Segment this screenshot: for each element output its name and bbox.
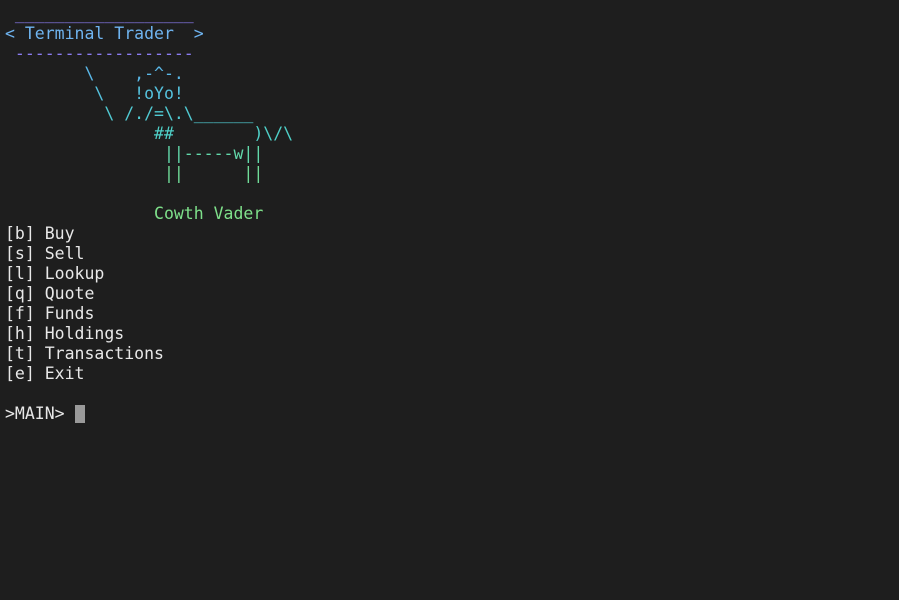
command-prompt[interactable]: >MAIN>	[5, 404, 899, 424]
banner-top-border: __________________	[5, 4, 194, 23]
ascii-art-line: \ ,-^-.	[5, 64, 184, 83]
menu-key: [f]	[5, 304, 35, 323]
menu-item-lookup: [l] Lookup	[5, 264, 899, 284]
ascii-art-line: || ||	[5, 164, 264, 183]
menu-key: [l]	[5, 264, 35, 283]
menu-item-holdings: [h] Holdings	[5, 324, 899, 344]
menu-key: [e]	[5, 364, 35, 383]
menu-item-transactions: [t] Transactions	[5, 344, 899, 364]
menu-item-sell: [s] Sell	[5, 244, 899, 264]
ascii-art-line: \ /./=\.\______	[5, 104, 254, 123]
ascii-art-line: ||-----w||	[5, 144, 264, 163]
menu-key: [s]	[5, 244, 35, 263]
menu-label: Holdings	[44, 324, 125, 343]
text-cursor[interactable]	[74, 405, 85, 423]
ascii-art-line: ## )\/\	[5, 124, 294, 143]
menu-label: Exit	[44, 364, 85, 383]
terminal-window[interactable]: __________________ < Terminal Trader > -…	[0, 0, 899, 600]
ascii-art-line: \ !oYo!	[5, 84, 184, 103]
banner-title: < Terminal Trader >	[5, 24, 204, 43]
menu-label: Sell	[44, 244, 85, 263]
menu-label: Lookup	[44, 264, 105, 283]
prompt-label: >MAIN>	[5, 404, 75, 423]
cow-caption: Cowth Vader	[5, 204, 264, 223]
menu-label: Buy	[44, 224, 75, 243]
menu-item-exit: [e] Exit	[5, 364, 899, 384]
menu-label: Quote	[44, 284, 95, 303]
menu-key: [q]	[5, 284, 35, 303]
menu-key: [t]	[5, 344, 35, 363]
menu-key: [h]	[5, 324, 35, 343]
menu-item-quote: [q] Quote	[5, 284, 899, 304]
menu-label: Funds	[44, 304, 95, 323]
menu-item-funds: [f] Funds	[5, 304, 899, 324]
menu-item-buy: [b] Buy	[5, 224, 899, 244]
menu-key: [b]	[5, 224, 35, 243]
menu-label: Transactions	[44, 344, 164, 363]
banner-bottom-border: ------------------	[5, 44, 194, 63]
